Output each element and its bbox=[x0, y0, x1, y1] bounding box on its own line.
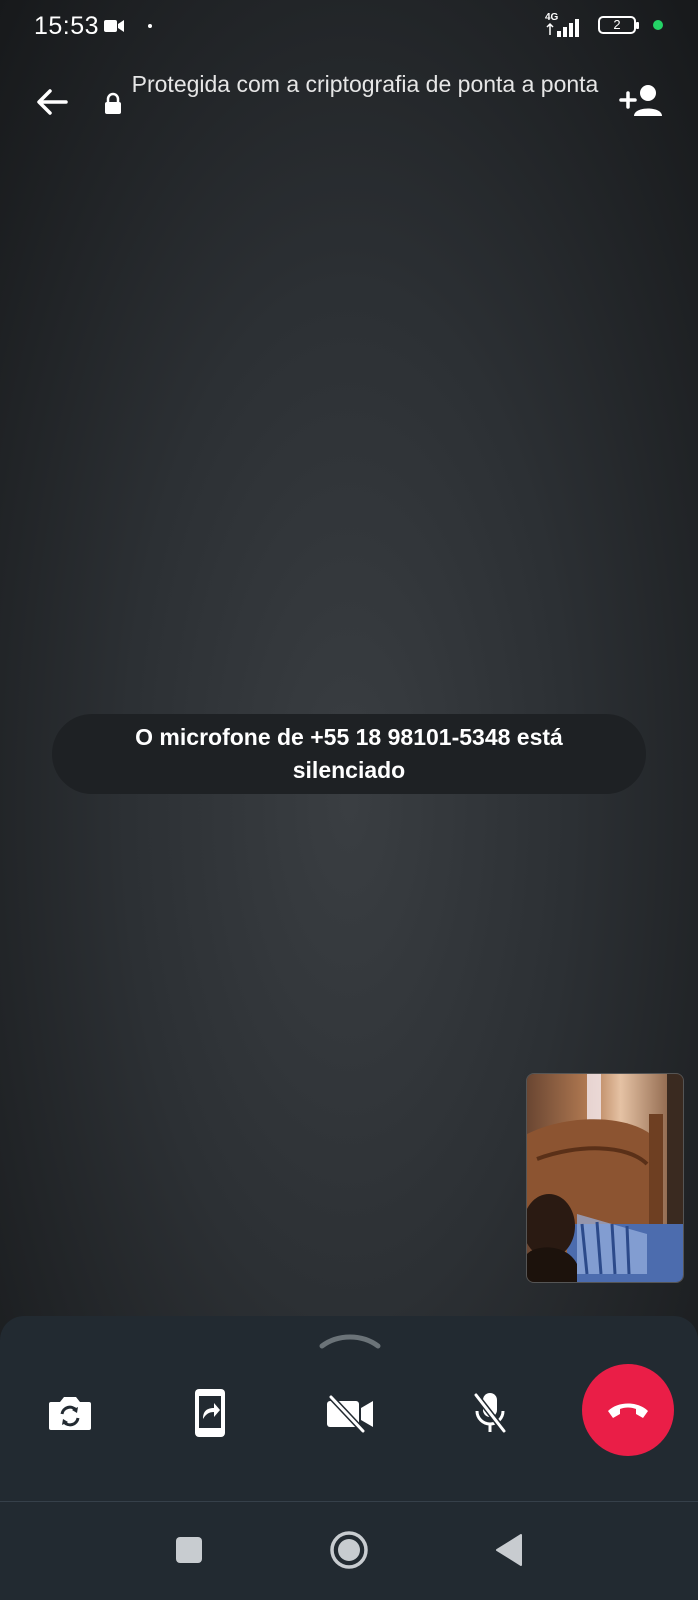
add-participant-icon bbox=[619, 85, 662, 116]
back-icon bbox=[496, 1534, 522, 1566]
video-recording-icon bbox=[104, 20, 124, 32]
share-screen-icon bbox=[195, 1389, 225, 1437]
encryption-notice: Protegida com a criptografia de ponta a … bbox=[131, 71, 599, 97]
home-button[interactable] bbox=[323, 1524, 375, 1576]
mute-notification-toast: O microfone de +55 18 98101-5348 está si… bbox=[52, 714, 646, 794]
battery-label: 2 bbox=[613, 17, 621, 32]
share-screen-button[interactable] bbox=[175, 1378, 245, 1448]
back-button[interactable] bbox=[32, 82, 72, 122]
end-call-icon bbox=[608, 1403, 648, 1418]
recents-icon bbox=[176, 1537, 202, 1563]
call-controls-panel bbox=[0, 1316, 698, 1600]
self-video-image bbox=[527, 1074, 683, 1282]
system-nav-bar bbox=[0, 1502, 698, 1600]
recents-button[interactable] bbox=[163, 1524, 215, 1576]
call-header: Protegida com a criptografia de ponta a … bbox=[0, 60, 698, 140]
flip-camera-icon bbox=[49, 1397, 91, 1430]
back-arrow-icon bbox=[37, 89, 68, 115]
mic-off-icon bbox=[473, 1393, 507, 1433]
nav-back-button[interactable] bbox=[483, 1524, 535, 1576]
add-participant-button[interactable] bbox=[618, 80, 668, 120]
green-dot-indicator bbox=[653, 20, 663, 30]
lock-icon bbox=[105, 92, 121, 114]
home-icon bbox=[330, 1531, 368, 1569]
toast-message: O microfone de +55 18 98101-5348 está si… bbox=[135, 724, 563, 783]
end-call-button[interactable] bbox=[582, 1364, 674, 1456]
video-toggle-button[interactable] bbox=[315, 1378, 385, 1448]
notification-dot bbox=[148, 24, 152, 28]
battery-icon: 2 bbox=[598, 16, 639, 34]
signal-icon bbox=[546, 19, 579, 37]
flip-camera-button[interactable] bbox=[35, 1378, 105, 1448]
self-video-preview[interactable] bbox=[526, 1073, 684, 1283]
video-off-icon bbox=[327, 1394, 373, 1433]
mute-button[interactable] bbox=[455, 1378, 525, 1448]
status-time: 15:53 bbox=[34, 12, 100, 40]
expand-panel-handle[interactable] bbox=[318, 1330, 382, 1350]
status-bar: 15:53 4G 2 bbox=[0, 0, 698, 52]
